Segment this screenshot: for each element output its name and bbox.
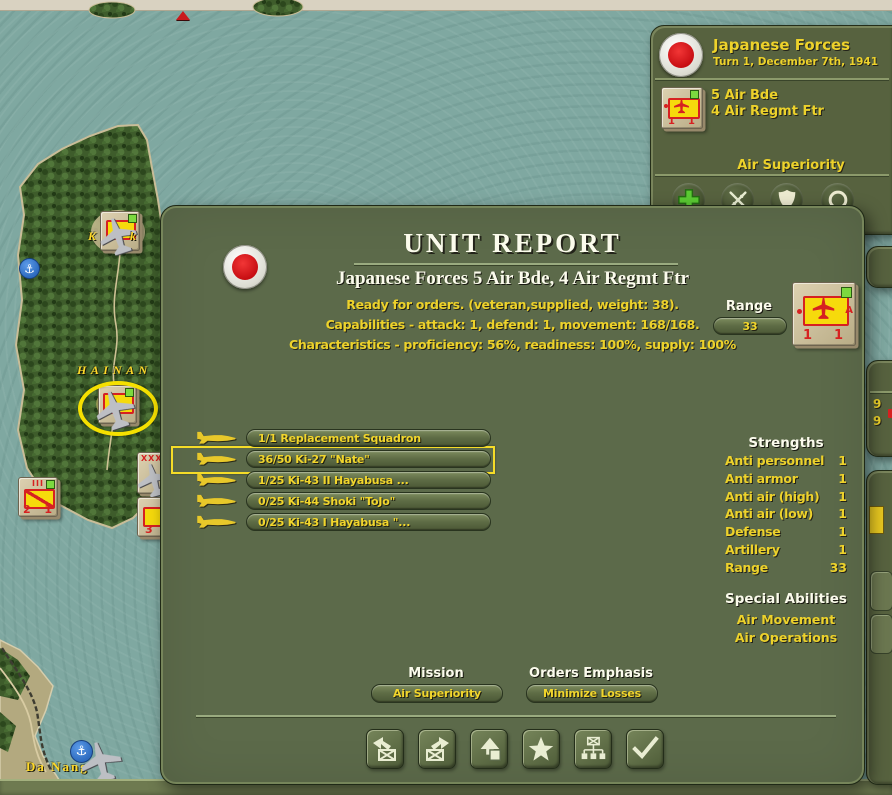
unit-counter-large: A 1 1 xyxy=(792,282,856,346)
orders-emphasis-label: Orders Emphasis xyxy=(529,666,653,681)
strength-row: Anti air (high) 1 xyxy=(725,488,847,504)
occluded-value: 9 xyxy=(873,414,882,428)
squadron-button[interactable]: 1/1 Replacement Squadron xyxy=(246,429,491,447)
aircraft-icon xyxy=(673,98,690,114)
squadron-button[interactable]: 1/25 Ki-43 II Hayabusa ... xyxy=(246,471,491,489)
range-label: Range xyxy=(725,299,773,314)
port-anchor-icon[interactable]: ⚓ xyxy=(19,258,40,279)
org-chart-icon xyxy=(581,736,606,760)
region-label-hainan: H A I N A N xyxy=(77,363,149,377)
selected-unit-line1: 5 Air Bde xyxy=(711,88,779,103)
squadron-button[interactable]: 36/50 Ki-27 "Nate" xyxy=(246,450,491,468)
star-icon xyxy=(528,736,554,761)
parent-unit-button[interactable] xyxy=(470,729,508,769)
strengths-title: Strengths xyxy=(748,435,824,451)
strength-row: Defense 1 xyxy=(725,524,847,540)
org-chart-button[interactable] xyxy=(574,729,612,769)
strength-row: Range 33 xyxy=(725,559,847,575)
confirm-button[interactable] xyxy=(626,729,664,769)
special-abilities-title: Special Abilities xyxy=(725,591,847,607)
occluded-panel-sliver xyxy=(866,246,892,288)
occluded-panel-sliver: 9 9 xyxy=(866,360,892,457)
squadron-button[interactable]: 0/25 Ki-44 Shoki "ToJo" xyxy=(246,492,491,510)
game-screen: ⚓ K k H A I N A N III 2 1 XXX 3 Da Nang … xyxy=(0,0,892,795)
counter-side-letter: A xyxy=(845,305,853,316)
squadron-button[interactable]: 0/25 Ki-43 I Hayabusa "... xyxy=(246,513,491,531)
sidebar-unit-counter[interactable]: 1 1 xyxy=(661,87,703,129)
plane-side-icon xyxy=(194,430,238,445)
star-button[interactable] xyxy=(522,729,560,769)
mission-button[interactable]: Air Superiority xyxy=(371,684,503,703)
range-value-pill[interactable]: 33 xyxy=(713,317,787,335)
aircraft-icon xyxy=(811,297,836,320)
turn-indicator: Turn 1, December 7th, 1941 xyxy=(713,56,879,68)
selected-unit-line2: 4 Air Regmt Ftr xyxy=(711,104,824,119)
occluded-value: 9 xyxy=(873,397,882,411)
previous-unit-icon xyxy=(373,737,396,761)
faction-name: Japanese Forces xyxy=(713,36,851,54)
map-marker-triangle xyxy=(176,11,190,20)
japanese-flag-roundel xyxy=(659,33,703,77)
city-label-fragment: K xyxy=(88,229,97,243)
dialog-subtitle: Japanese Forces 5 Air Bde, 4 Air Regmt F… xyxy=(335,268,690,289)
mission-label: Mission xyxy=(408,666,464,681)
special-ability: Air Operations xyxy=(734,630,838,645)
current-mission-label: Air Superiority xyxy=(737,158,845,173)
city-label-fragment: k xyxy=(130,229,136,243)
range-value: 33 xyxy=(742,319,758,333)
next-unit-button[interactable] xyxy=(418,729,456,769)
plane-side-icon xyxy=(194,451,238,466)
plane-side-icon xyxy=(194,493,238,508)
strength-row: Anti air (low) 1 xyxy=(725,506,847,522)
strengths-table: Anti personnel 1 Anti armor 1 Anti air (hi… xyxy=(725,453,847,578)
orders-emphasis-button[interactable]: Minimize Losses xyxy=(526,684,658,703)
faction-sidebar: Japanese Forces Turn 1, December 7th, 19… xyxy=(650,25,892,235)
map-aa-unit-counter[interactable]: III 2 1 xyxy=(18,477,58,517)
strength-row: Anti armor 1 xyxy=(725,470,847,486)
special-ability: Air Movement xyxy=(736,612,836,627)
dialog-title: UNIT REPORT xyxy=(403,228,622,258)
selection-ring xyxy=(78,381,158,436)
next-unit-icon xyxy=(426,737,449,761)
previous-unit-button[interactable] xyxy=(366,729,404,769)
plane-side-icon xyxy=(194,514,238,529)
unit-report-dialog: UNIT REPORT Japanese Forces 5 Air Bde, 4… xyxy=(160,205,865,785)
parent-unit-icon xyxy=(480,737,501,761)
strength-row: Artillery 1 xyxy=(725,541,847,557)
plane-side-icon xyxy=(194,472,238,487)
confirm-icon xyxy=(632,736,659,759)
strength-row: Anti personnel 1 xyxy=(725,453,847,468)
status-line-3: Characteristics - proficiency: 56%, read… xyxy=(288,337,737,352)
occluded-panel-sliver xyxy=(866,470,892,785)
